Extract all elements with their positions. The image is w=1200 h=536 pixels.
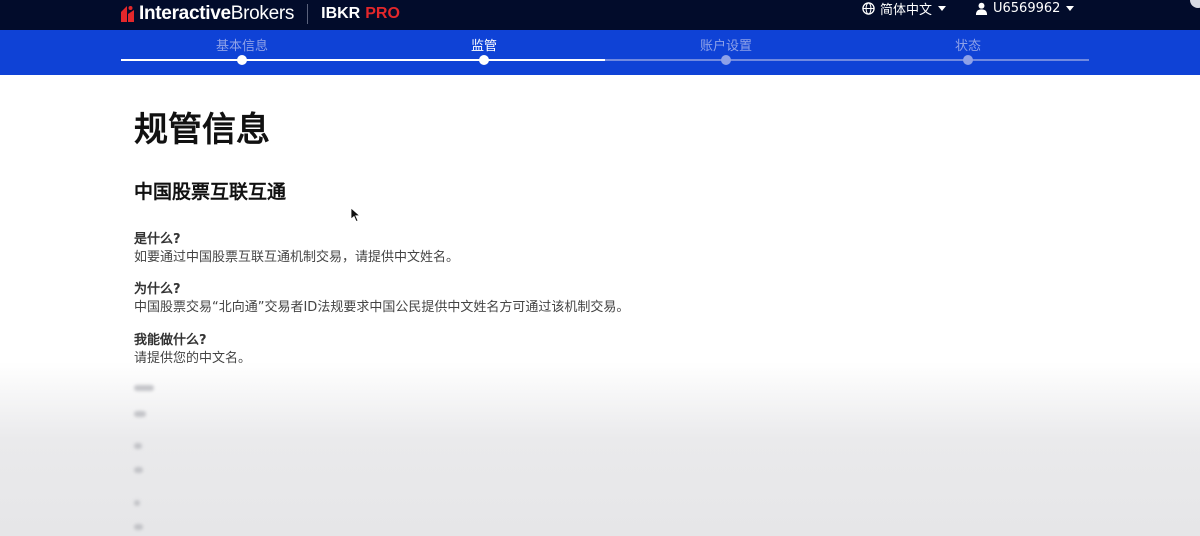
product-name: IBKR PRO xyxy=(321,5,400,22)
step-regulatory[interactable]: 监管 xyxy=(404,30,564,75)
question-why: 为什么? xyxy=(134,282,181,297)
product-accent: PRO xyxy=(365,5,400,22)
language-menu[interactable]: 简体中文 xyxy=(862,0,947,18)
user-menu[interactable]: U6569962 xyxy=(975,0,1075,16)
brand-divider xyxy=(307,4,309,24)
blurred-text-line xyxy=(134,385,154,391)
step-account-settings[interactable]: 账户设置 xyxy=(646,30,806,75)
blurred-text-line xyxy=(134,443,142,449)
corner-indicator xyxy=(1190,0,1200,8)
step-status[interactable]: 状态 xyxy=(888,30,1048,75)
step-label: 账户设置 xyxy=(699,39,752,54)
step-dot xyxy=(237,55,247,65)
blurred-text-line xyxy=(134,411,146,417)
top-navigation-bar: InteractiveBrokers IBKR PRO 简体中文 U6569962 xyxy=(0,0,1200,30)
step-basic-info[interactable]: 基本信息 xyxy=(162,30,322,75)
language-label: 简体中文 xyxy=(880,2,933,18)
blurred-text-line xyxy=(134,500,140,506)
step-label: 状态 xyxy=(954,39,981,54)
brand-logo[interactable]: InteractiveBrokers IBKR PRO xyxy=(120,2,400,26)
answer-what: 如要通过中国股票互联互通机制交易，请提供中文姓名。 xyxy=(134,250,460,265)
account-id: U6569962 xyxy=(993,0,1061,16)
ib-logo-icon xyxy=(121,6,134,22)
question-what-can-i-do: 我能做什么? xyxy=(134,333,207,348)
progress-stepper: 基本信息 监管 账户设置 状态 xyxy=(0,30,1200,75)
mouse-cursor-icon xyxy=(350,207,361,223)
question-what: 是什么? xyxy=(134,232,181,247)
chevron-down-icon xyxy=(938,5,947,11)
step-label: 基本信息 xyxy=(215,39,268,54)
step-dot xyxy=(721,55,731,65)
step-dot xyxy=(479,55,489,65)
page-title: 规管信息 xyxy=(134,110,270,150)
chevron-down-icon xyxy=(1066,5,1075,11)
loading-fade-overlay xyxy=(0,362,1200,536)
blurred-text-line xyxy=(134,524,143,530)
user-icon xyxy=(975,2,988,15)
step-dot xyxy=(963,55,973,65)
step-label: 监管 xyxy=(470,39,497,54)
globe-icon xyxy=(862,1,875,15)
blurred-text-line xyxy=(134,467,143,473)
answer-why: 中国股票交易“北向通”交易者ID法规要求中国公民提供中文姓名方可通过该机制交易。 xyxy=(134,300,630,315)
section-title: 中国股票互联互通 xyxy=(134,181,287,203)
brand-name: InteractiveBrokers xyxy=(139,3,295,24)
